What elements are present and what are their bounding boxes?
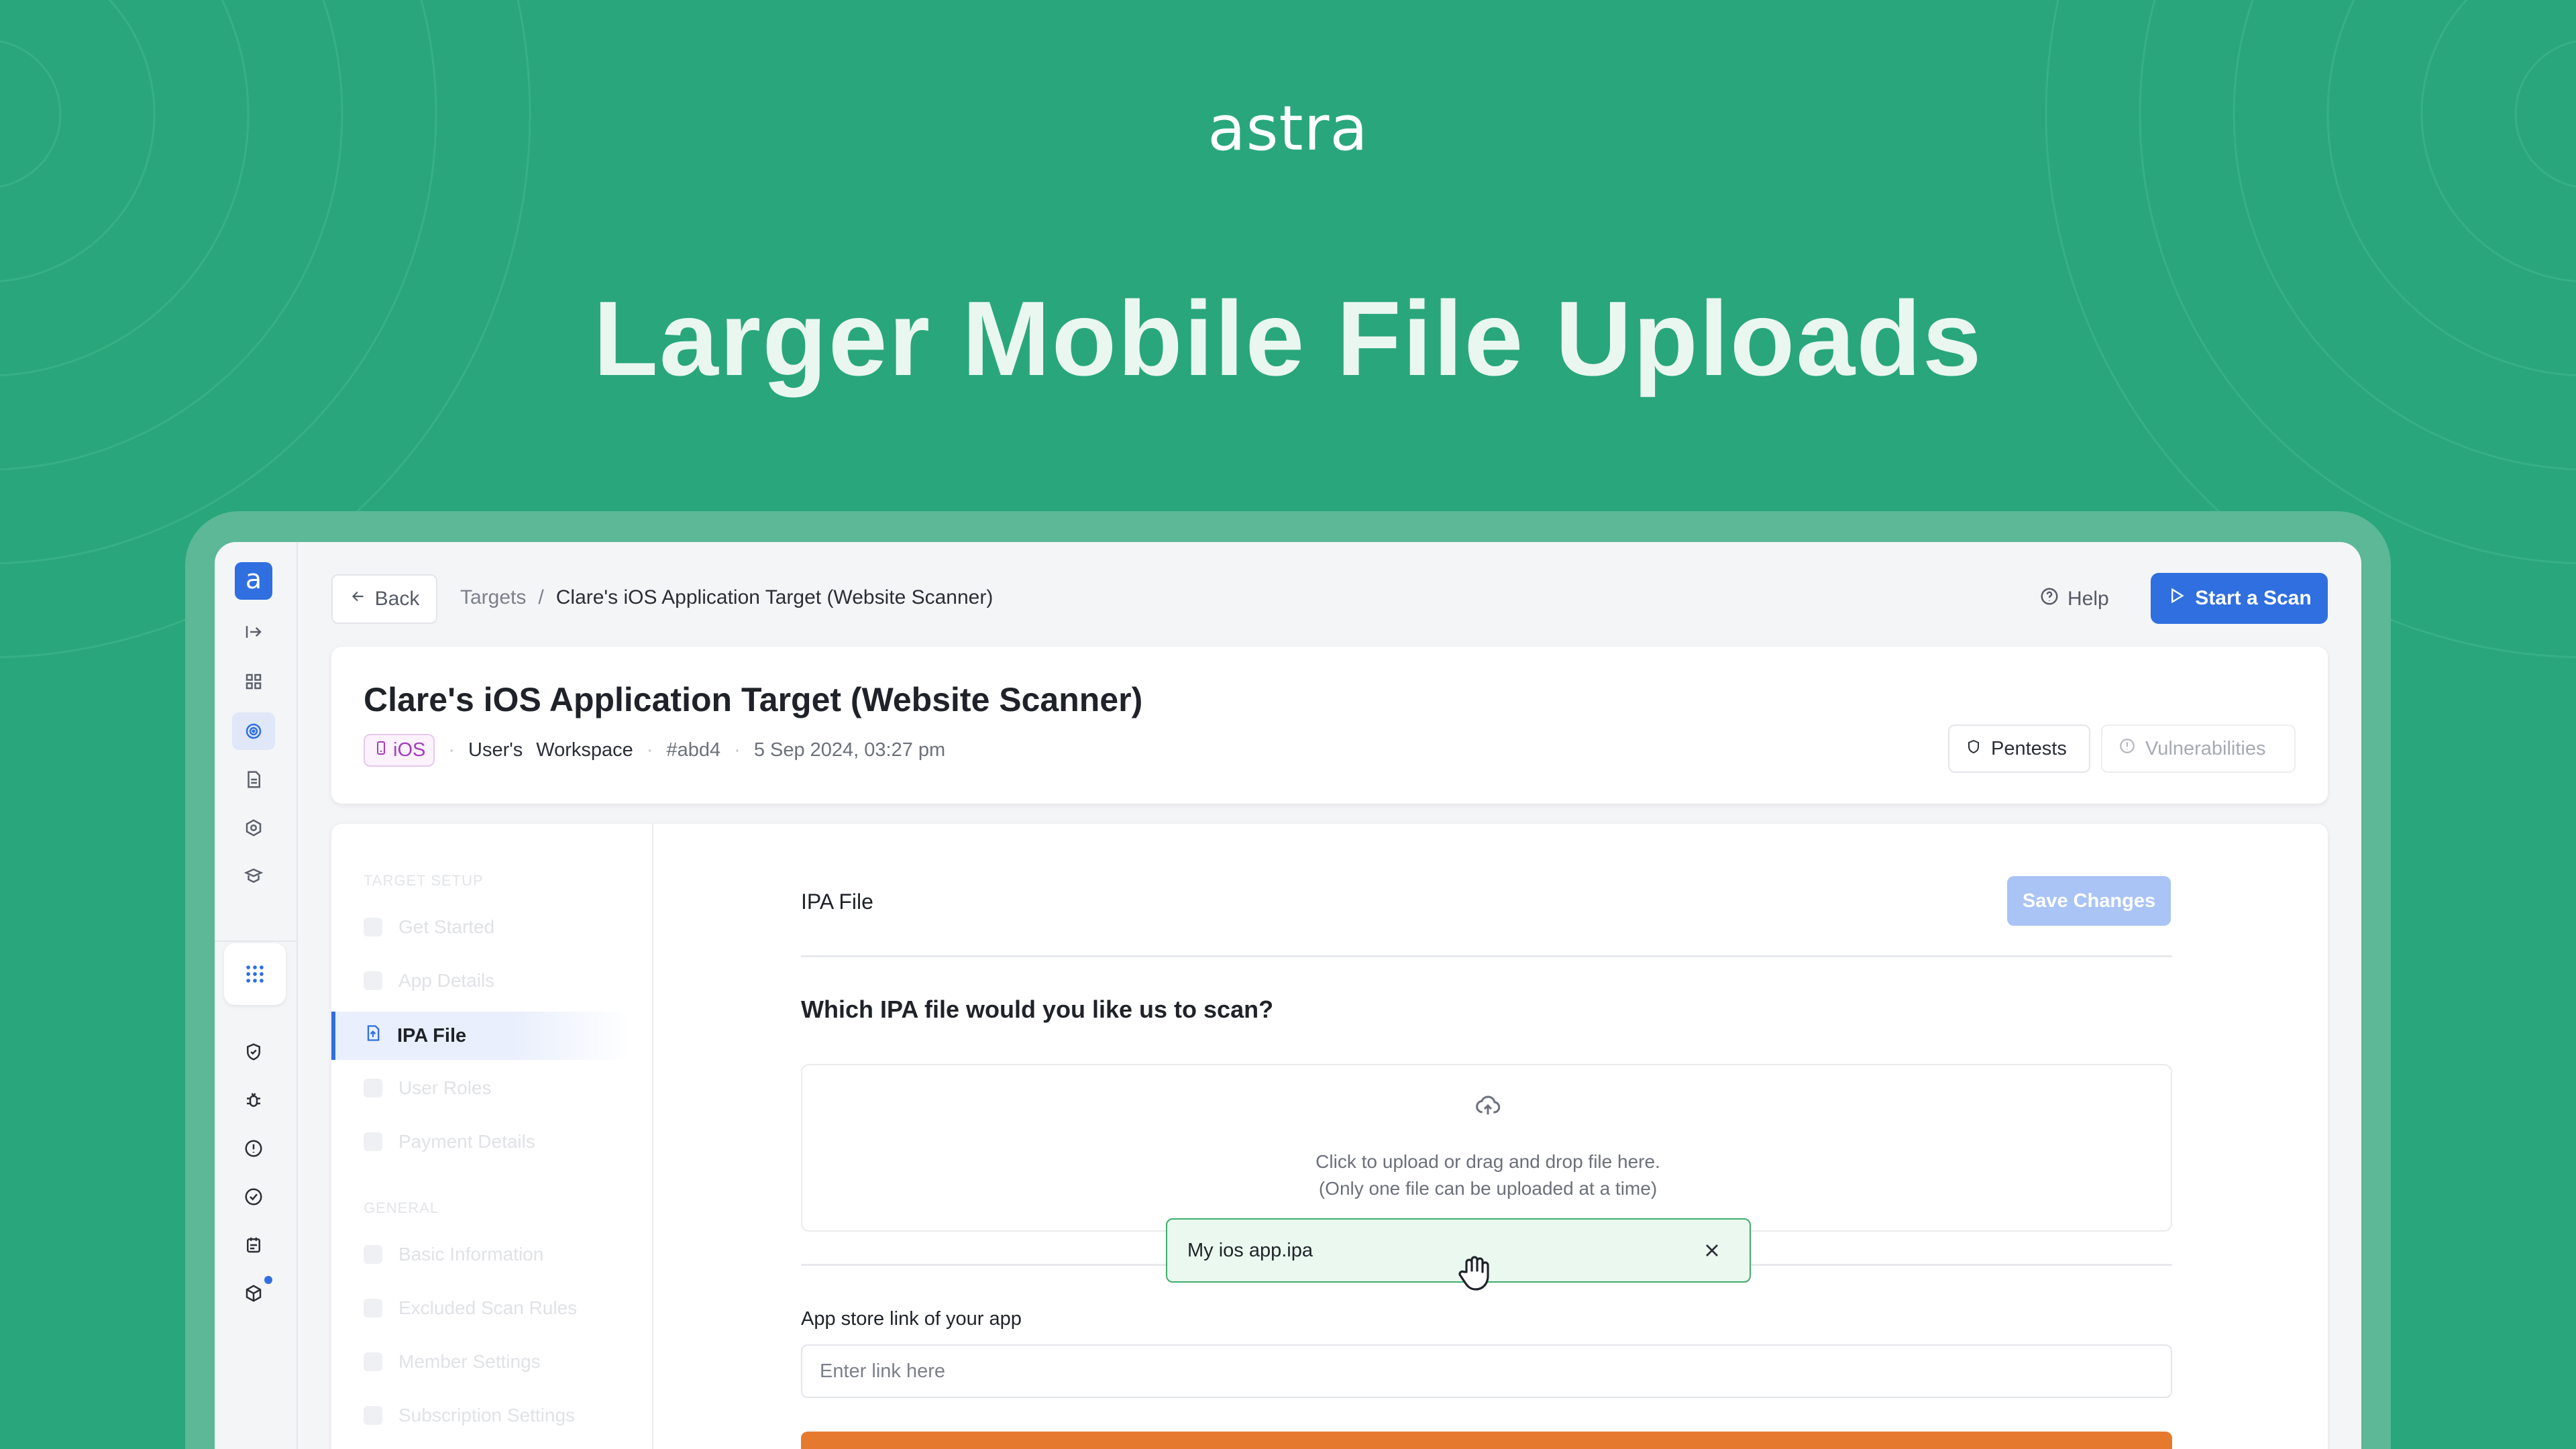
bug-icon[interactable]: [232, 1081, 275, 1119]
headline: Larger Mobile File Uploads: [593, 280, 1983, 398]
sidebar-item-payment-details[interactable]: Payment Details: [364, 1131, 535, 1152]
sidebar-item-user-roles[interactable]: User Roles: [364, 1077, 491, 1099]
back-button[interactable]: Back: [331, 574, 437, 624]
sidebar-item-member-settings[interactable]: Member Settings: [364, 1351, 541, 1373]
divider: [801, 955, 2172, 957]
created-at: 5 Sep 2024, 03:27 pm: [753, 739, 946, 761]
dropzone-instruction: Click to upload or drag and drop file he…: [1316, 1151, 1660, 1172]
expand-sidebar-icon[interactable]: [232, 613, 275, 651]
alert-circle-icon[interactable]: [232, 1130, 275, 1167]
settings-sidebar: TARGET SETUP Get Started App Details IPA…: [331, 824, 653, 1449]
help-button[interactable]: Help: [2039, 586, 2109, 612]
settings-card: TARGET SETUP Get Started App Details IPA…: [331, 824, 2328, 1449]
section-general: GENERAL: [364, 1199, 439, 1216]
section-title: IPA File: [801, 890, 873, 914]
workspace-owner: User's: [468, 739, 523, 761]
breadcrumb-targets[interactable]: Targets: [460, 586, 526, 609]
app-screen: a Back Targets / Clare's iOS Application…: [215, 542, 2361, 1449]
help-label: Help: [2068, 588, 2109, 610]
sidebar-item-basic-information[interactable]: Basic Information: [364, 1244, 543, 1265]
rules-icon: [364, 1299, 382, 1318]
section-target-setup: TARGET SETUP: [364, 872, 484, 889]
hand-cursor-icon: [1458, 1256, 1489, 1291]
dropzone-limit-note: (Only one file can be uploaded at a time…: [1318, 1178, 1658, 1199]
arrow-left-icon: [350, 588, 367, 610]
pentests-button[interactable]: Pentests: [1948, 724, 2090, 773]
sidebar-item-get-started[interactable]: Get Started: [364, 916, 494, 938]
app-logo[interactable]: a: [235, 562, 272, 600]
phone-icon: [373, 739, 389, 761]
dashboard-icon[interactable]: [232, 663, 275, 700]
play-icon: [2167, 586, 2186, 610]
notification-dot: [264, 1276, 272, 1284]
rail-divider: [215, 941, 297, 942]
app-store-link-input[interactable]: [801, 1344, 2172, 1398]
start-scan-label: Start a Scan: [2195, 587, 2312, 609]
uploaded-file-name: My ios app.ipa: [1187, 1239, 1313, 1261]
file-upload-icon: [364, 1024, 382, 1048]
breadcrumb-current: Clare's iOS Application Target (Website …: [555, 586, 994, 608]
sidebar-item-subscription-settings[interactable]: Subscription Settings: [364, 1405, 575, 1426]
vulnerabilities-label: Vulnerabilities: [2145, 737, 2266, 759]
start-scan-button[interactable]: Start a Scan: [2151, 573, 2328, 624]
reports-icon[interactable]: [232, 761, 275, 798]
target-id: #abd4: [666, 739, 721, 761]
alert-circle-icon: [2118, 737, 2136, 760]
platform-label: iOS: [393, 739, 426, 761]
save-changes-button[interactable]: Save Changes: [2007, 876, 2171, 926]
breadcrumb-separator: /: [538, 586, 544, 608]
sidebar-item-ipa-file[interactable]: IPA File: [331, 1012, 631, 1060]
shield-icon[interactable]: [232, 1033, 275, 1071]
back-label: Back: [374, 588, 420, 610]
user-icon: [364, 1079, 382, 1097]
help-circle-icon: [2039, 586, 2059, 612]
compliance-icon[interactable]: [232, 857, 275, 895]
target-header-card: Clare's iOS Application Target (Website …: [331, 647, 2328, 804]
file-dropzone[interactable]: Click to upload or drag and drop file he…: [801, 1064, 2172, 1232]
target-meta: iOS · User's Workspace · #abd4 · 5 Sep 2…: [364, 734, 945, 767]
subscription-icon: [364, 1406, 382, 1425]
members-icon: [364, 1352, 382, 1371]
integrations-icon[interactable]: [232, 809, 275, 847]
app-store-label: App store link of your app: [801, 1308, 1022, 1330]
astra-logo: astra: [1208, 93, 1368, 164]
sidebar-item-excluded-scan-rules[interactable]: Excluded Scan Rules: [364, 1297, 577, 1319]
pentests-label: Pentests: [1991, 737, 2067, 759]
workspace-label: Workspace: [536, 739, 633, 761]
upload-question: Which IPA file would you like us to scan…: [801, 996, 1274, 1023]
rocket-icon: [364, 918, 382, 936]
apps-grid-icon[interactable]: [224, 943, 286, 1005]
credit-card-icon: [364, 1132, 382, 1151]
check-circle-icon[interactable]: [232, 1178, 275, 1216]
cloud-upload-icon: [1474, 1092, 1501, 1119]
app-icon: [364, 971, 382, 990]
breadcrumb: Targets / Clare's iOS Application Target…: [460, 586, 993, 609]
targets-icon[interactable]: [232, 712, 275, 750]
sidebar-item-app-details[interactable]: App Details: [364, 970, 494, 991]
vulnerabilities-button[interactable]: Vulnerabilities: [2101, 724, 2296, 773]
page-title: Clare's iOS Application Target (Website …: [364, 681, 1143, 718]
shield-icon: [1966, 738, 1982, 760]
close-icon[interactable]: [1701, 1240, 1723, 1261]
platform-badge: iOS: [364, 734, 435, 767]
icon-rail: a: [215, 542, 298, 1449]
info-icon: [364, 1245, 382, 1264]
orange-banner: [801, 1432, 2172, 1449]
calendar-icon[interactable]: [232, 1226, 275, 1264]
